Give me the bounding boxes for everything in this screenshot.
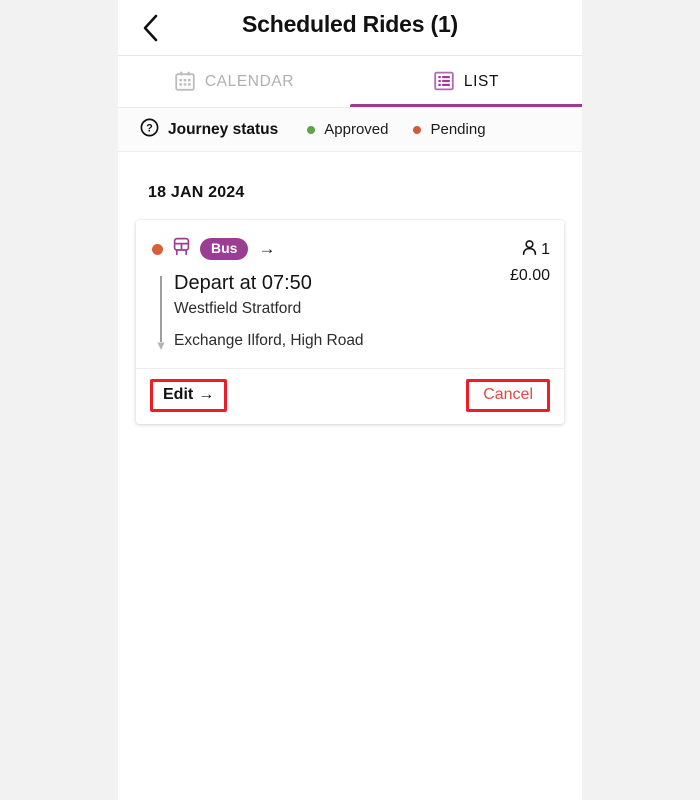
tab-list-label: LIST: [463, 73, 500, 90]
journey-status-title[interactable]: ? Journey status: [140, 118, 278, 142]
tab-list[interactable]: LIST: [350, 56, 582, 108]
ride-destination: Exchange Ilford, High Road: [174, 332, 364, 350]
rides-content: 18 JAN 2024 Bus → Depart at 07:50 Westfi…: [118, 152, 582, 797]
ride-route: Depart at 07:50 Westfield Stratford Exch…: [150, 270, 458, 354]
ride-mode-pill: Bus: [200, 238, 249, 260]
ride-status-dot: [152, 243, 163, 255]
legend-approved: Approved: [307, 121, 388, 138]
ride-passenger-count: 1: [541, 241, 550, 258]
page-title: Scheduled Rides (1): [241, 11, 459, 37]
ride-origin: Westfield Stratford: [174, 300, 302, 317]
ride-card-actions: Edit → Cancel: [136, 368, 564, 424]
route-timeline: [150, 270, 172, 354]
tab-bar-divider: [118, 107, 582, 108]
app-header: Scheduled Rides (1): [118, 0, 582, 56]
list-icon: [433, 70, 455, 95]
ride-summary: 1 £0.00: [458, 236, 550, 354]
legend-pending: Pending: [413, 121, 486, 138]
date-heading: 18 JAN 2024: [148, 184, 245, 201]
tab-calendar[interactable]: CALENDAR: [118, 56, 350, 108]
ride-card-body: Bus → Depart at 07:50 Westfield Stratfor…: [136, 220, 564, 368]
ride-price: £0.00: [509, 267, 550, 284]
ride-depart-time: Depart at 07:50: [174, 272, 312, 294]
journey-status-bar: ? Journey status Approved Pending: [118, 108, 582, 152]
journey-status-label: Journey status: [168, 120, 279, 138]
person-icon: [520, 238, 539, 262]
question-circle-icon[interactable]: ?: [140, 118, 159, 142]
ride-mode-row: Bus →: [150, 236, 458, 262]
cancel-button[interactable]: Cancel: [466, 379, 550, 412]
bus-icon: [171, 236, 192, 262]
legend-pending-label: Pending: [430, 121, 486, 138]
arrow-right-icon: →: [198, 386, 215, 403]
tab-calendar-label: CALENDAR: [204, 73, 295, 90]
route-text-group: Depart at 07:50 Westfield Stratford Exch…: [172, 270, 458, 354]
edit-button[interactable]: Edit →: [150, 379, 228, 412]
legend-pending-dot: [413, 125, 422, 134]
tab-bar: CALENDAR LIST: [118, 56, 582, 108]
arrow-right-icon: →: [258, 239, 276, 258]
legend-approved-label: Approved: [324, 121, 389, 138]
ride-details: Bus → Depart at 07:50 Westfield Stratfor…: [150, 236, 458, 354]
phone-screen: Scheduled Rides (1) CALENDAR LIST ? Jour…: [118, 0, 582, 800]
svg-text:?: ?: [146, 122, 153, 134]
edit-button-label: Edit: [163, 386, 194, 403]
legend-approved-dot: [307, 125, 316, 134]
calendar-icon: [174, 70, 196, 95]
ride-passengers: 1: [458, 238, 550, 262]
ride-card[interactable]: Bus → Depart at 07:50 Westfield Stratfor…: [136, 220, 564, 424]
